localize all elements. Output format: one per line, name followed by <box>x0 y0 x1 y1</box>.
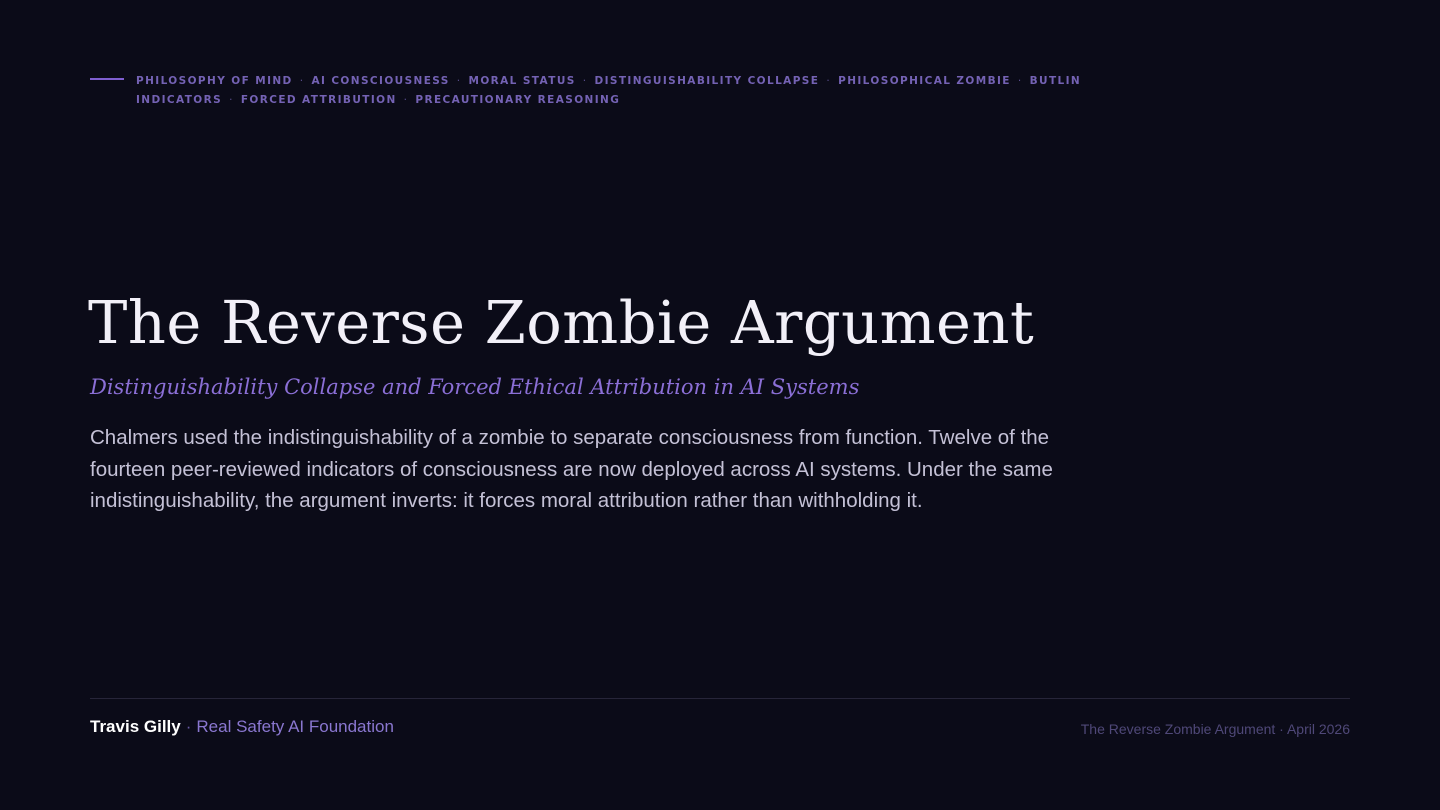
tag-separator: · <box>826 75 832 87</box>
tag-item: Philosophical Zombie <box>838 75 1011 87</box>
document-meta: The Reverse Zombie Argument · April 2026 <box>1080 721 1350 737</box>
title-slide: Philosophy of Mind · AI Consciousness · Mora… <box>0 0 1440 810</box>
tag-separator: · <box>1017 75 1023 87</box>
tag-item: Philosophy of Mind <box>136 75 293 87</box>
tag-item: Moral Status <box>468 75 576 87</box>
page-title: The Reverse Zombie Argument <box>88 288 1035 357</box>
lede-paragraph: Chalmers used the indistinguishability o… <box>90 426 1053 512</box>
tag-separator: · <box>582 75 588 87</box>
tag-item: AI Consciousness <box>311 75 450 87</box>
byline: Travis Gilly · Real Safety AI Foundation <box>90 716 394 738</box>
topic-tags: Philosophy of Mind · AI Consciousness · Mora… <box>90 72 1190 110</box>
tag-item: Forced Attribution <box>240 94 397 106</box>
page-subtitle: Distinguishability Collapse and Forced E… <box>90 375 860 399</box>
tag-separator: · <box>403 94 409 106</box>
tag-separator: · <box>299 75 305 87</box>
author-name: Travis Gilly <box>90 717 181 736</box>
footer-divider <box>90 698 1350 699</box>
tag-separator: · <box>456 75 462 87</box>
tag-item: Precautionary Reasoning <box>415 94 621 106</box>
tag-item: Distinguishability Collapse <box>594 75 820 87</box>
accent-rule <box>90 78 124 80</box>
byline-separator: · <box>185 717 192 736</box>
tag-separator: · <box>229 94 234 106</box>
tag-list: Philosophy of Mind · AI Consciousness · Mora… <box>136 72 1190 110</box>
organization-name: Real Safety AI Foundation <box>196 717 394 736</box>
